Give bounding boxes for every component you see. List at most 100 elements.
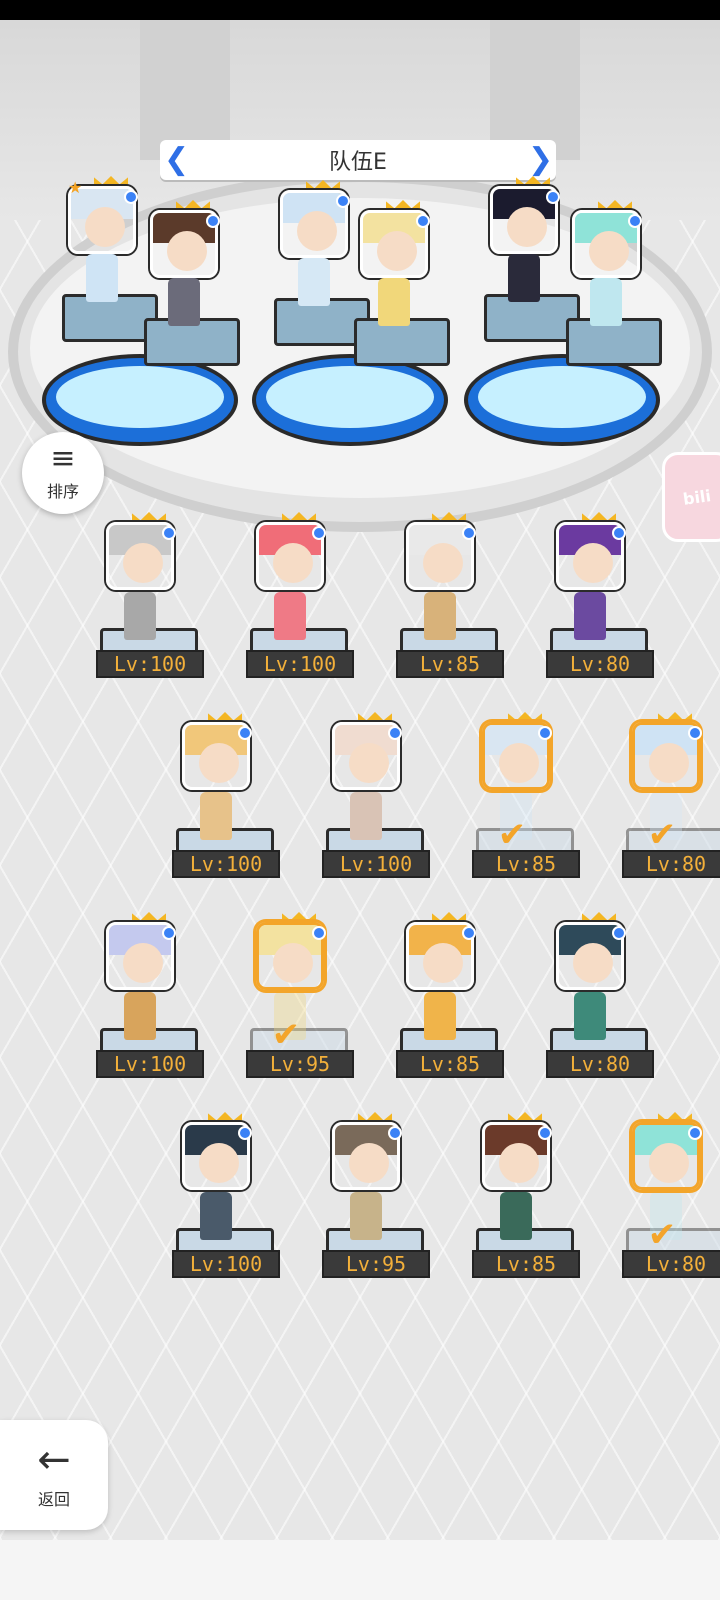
hero-card[interactable]: Lv:100: [172, 712, 288, 902]
status-dot-icon: [538, 726, 552, 740]
portrait-face: [297, 211, 337, 251]
status-dot-icon: [462, 526, 476, 540]
portrait-face: [423, 543, 463, 583]
team-member[interactable]: [566, 200, 668, 380]
portrait-face: [167, 231, 207, 271]
hero-level: Lv:95: [322, 1250, 430, 1278]
hero-level: Lv:100: [246, 650, 354, 678]
check-icon: ✔: [647, 1215, 677, 1255]
back-button[interactable]: ← 返回: [0, 1420, 108, 1530]
leader-star-icon: ★: [68, 178, 83, 197]
portrait-face: [499, 743, 539, 783]
hero-sprite: [200, 792, 232, 840]
portrait-face: [273, 543, 313, 583]
portrait-face: [85, 207, 125, 247]
hero-level: Lv:100: [172, 1250, 280, 1278]
hero-sprite: [350, 792, 382, 840]
hero-level: Lv:85: [396, 1050, 504, 1078]
hero-card[interactable]: ✔ Lv:80: [622, 1112, 720, 1302]
hero-card[interactable]: Lv:85: [472, 1112, 588, 1302]
next-team-arrow-icon[interactable]: ❯: [528, 140, 553, 180]
hero-level: Lv:85: [396, 650, 504, 678]
hero-card[interactable]: Lv:85: [396, 912, 512, 1102]
portrait-face: [573, 943, 613, 983]
hero-sprite: [424, 592, 456, 640]
hero-level: Lv:80: [546, 1050, 654, 1078]
status-dot-icon: [462, 926, 476, 940]
sort-icon: ≡: [50, 441, 76, 476]
status-dot-icon: [538, 1126, 552, 1140]
hero-level: Lv:85: [472, 1250, 580, 1278]
status-dot-icon: [162, 926, 176, 940]
hero-card[interactable]: Lv:100: [322, 712, 438, 902]
portrait-face: [649, 743, 689, 783]
check-icon: ✔: [647, 815, 677, 855]
hero-card[interactable]: ✔ Lv:85: [472, 712, 588, 902]
team-member[interactable]: [354, 200, 456, 380]
portrait-face: [123, 943, 163, 983]
bilibili-badge[interactable]: bili: [662, 452, 720, 542]
status-dot-icon: [124, 190, 138, 204]
status-dot-icon: [546, 190, 560, 204]
hero-card[interactable]: Lv:95: [322, 1112, 438, 1302]
team-member[interactable]: [144, 200, 246, 380]
status-dot-icon: [388, 1126, 402, 1140]
status-dot-icon: [388, 726, 402, 740]
prev-team-arrow-icon[interactable]: ❮: [164, 140, 189, 180]
portrait-face: [273, 943, 313, 983]
hero-sprite: [124, 592, 156, 640]
status-dot-icon: [312, 526, 326, 540]
hero-sprite: [508, 254, 540, 302]
status-dot-icon: [238, 726, 252, 740]
status-dot-icon: [688, 726, 702, 740]
status-bar: [0, 0, 720, 20]
hero-sprite: [500, 1192, 532, 1240]
hero-level: Lv:100: [96, 650, 204, 678]
hero-sprite: [298, 258, 330, 306]
hero-card[interactable]: Lv:100: [96, 912, 212, 1102]
portrait-face: [377, 231, 417, 271]
hero-card[interactable]: Lv:80: [546, 912, 662, 1102]
hero-level: Lv:80: [622, 1250, 720, 1278]
system-navigation-bar: [0, 1540, 720, 1600]
hero-level: Lv:100: [322, 850, 430, 878]
portrait-face: [499, 1143, 539, 1183]
status-dot-icon: [238, 1126, 252, 1140]
status-dot-icon: [612, 526, 626, 540]
hero-level: Lv:100: [172, 850, 280, 878]
portrait-face: [349, 1143, 389, 1183]
hero-level: Lv:80: [622, 850, 720, 878]
hero-level: Lv:95: [246, 1050, 354, 1078]
hero-sprite: [424, 992, 456, 1040]
hero-sprite: [378, 278, 410, 326]
hero-level: Lv:80: [546, 650, 654, 678]
backdrop-pillar: [490, 20, 580, 160]
status-dot-icon: [312, 926, 326, 940]
hero-card[interactable]: Lv:85: [396, 512, 512, 702]
hero-card[interactable]: ✔ Lv:80: [622, 712, 720, 902]
hero-sprite: [350, 1192, 382, 1240]
hero-sprite: [168, 278, 200, 326]
hero-card[interactable]: Lv:80: [546, 512, 662, 702]
hero-card[interactable]: Lv:100: [96, 512, 212, 702]
hero-sprite: [274, 592, 306, 640]
sort-button[interactable]: ≡ 排序: [22, 432, 104, 514]
portrait-face: [123, 543, 163, 583]
hero-sprite: [590, 278, 622, 326]
hero-sprite: [200, 1192, 232, 1240]
status-dot-icon: [206, 214, 220, 228]
portrait-face: [589, 231, 629, 271]
portrait-face: [507, 207, 547, 247]
hero-sprite: [574, 992, 606, 1040]
check-icon: ✔: [271, 1015, 301, 1055]
hero-card[interactable]: Lv:100: [246, 512, 362, 702]
arrow-left-icon: ←: [37, 1437, 71, 1483]
portrait-face: [349, 743, 389, 783]
hero-sprite: [124, 992, 156, 1040]
hero-card[interactable]: Lv:100: [172, 1112, 288, 1302]
portrait-face: [573, 543, 613, 583]
hero-card[interactable]: ✔ Lv:95: [246, 912, 362, 1102]
sort-button-label: 排序: [46, 482, 79, 501]
hero-level: Lv:85: [472, 850, 580, 878]
team-header: ❮ 队伍E ❯: [160, 140, 556, 180]
